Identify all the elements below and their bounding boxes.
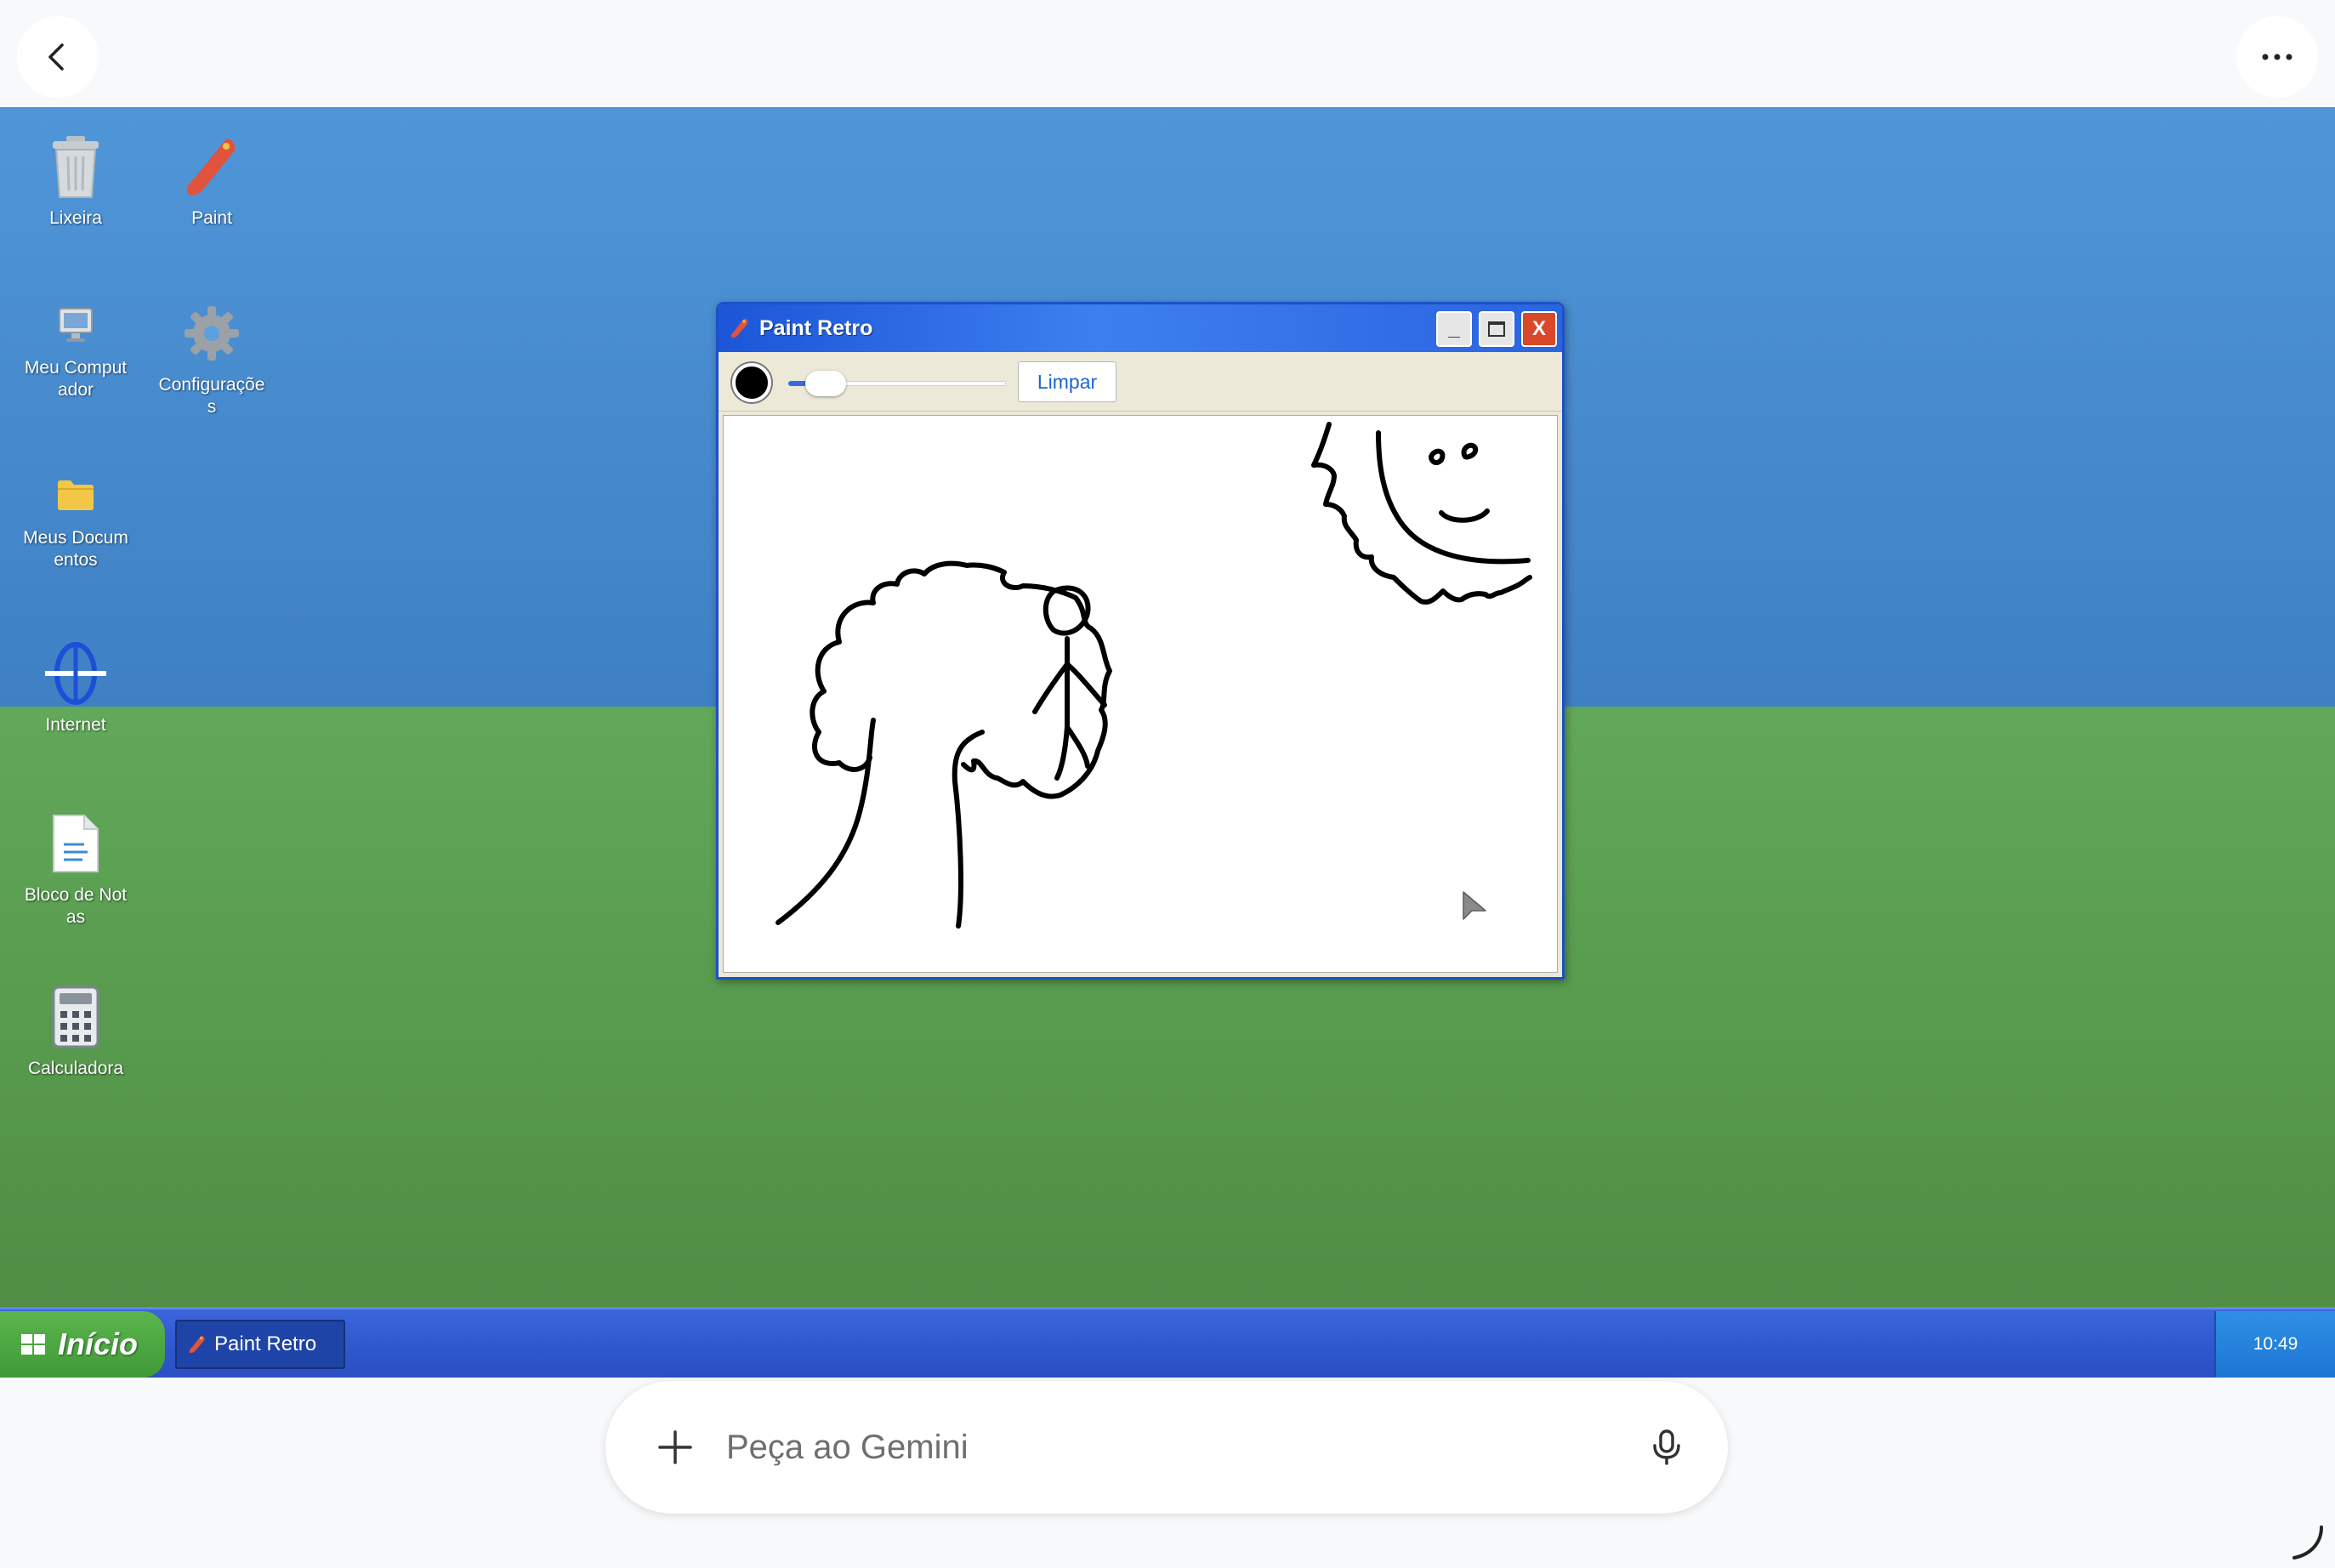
tree-trunk-left <box>775 718 876 925</box>
desktop-icon-meu-computador[interactable]: Meu Computador <box>12 299 139 401</box>
globe-icon <box>42 639 110 707</box>
desktop-icon-label: Internet <box>45 715 106 735</box>
canvas-drawing <box>775 422 1532 929</box>
sun-left-eye <box>1429 448 1446 465</box>
window-title: Paint Retro <box>759 315 873 340</box>
taskbar: Início Paint Retro 10:49 <box>0 1307 2335 1378</box>
desktop-icon-paint[interactable]: Paint <box>148 133 276 230</box>
screen: Lixeira Paint Meu Computador Configuraçõ… <box>0 0 2335 1568</box>
desktop-icon-label: Calculadora <box>27 1059 124 1078</box>
start-button[interactable]: Início <box>0 1311 165 1378</box>
cursor-icon <box>1463 891 1486 920</box>
desktop-icon-label: Paint <box>191 208 232 228</box>
paint-toolbar: Limpar <box>719 352 1562 412</box>
clear-button[interactable]: Limpar <box>1018 361 1116 402</box>
close-button[interactable]: X <box>1521 311 1557 347</box>
minimize-button[interactable]: _ <box>1436 311 1472 347</box>
loading-spinner-icon <box>2292 1525 2323 1559</box>
sun-edge <box>1376 430 1531 565</box>
computer-icon <box>42 299 110 350</box>
gemini-prompt-bar <box>605 1381 1728 1514</box>
desktop-icon-calculadora[interactable]: Calculadora <box>12 983 139 1080</box>
windows-logo-icon <box>20 1333 46 1355</box>
top-bar <box>0 0 2335 107</box>
microphone-icon <box>1653 1429 1680 1465</box>
folder-icon <box>42 469 110 520</box>
trash-icon <box>42 133 110 201</box>
more-options-button[interactable] <box>2236 16 2318 98</box>
paint-window: Paint Retro _ X Limpar <box>716 302 1565 980</box>
maximize-icon <box>1488 321 1505 337</box>
desktop-icon-label: Meus Documentos <box>23 528 128 570</box>
sun-smile <box>1439 508 1490 523</box>
gemini-input[interactable] <box>726 1415 1577 1480</box>
drawing-canvas[interactable] <box>723 415 1558 973</box>
add-attachment-button[interactable] <box>651 1423 699 1471</box>
more-horizontal-icon <box>2262 54 2292 60</box>
desktop-icon-bloco-de-notas[interactable]: Bloco de Notas <box>12 810 139 929</box>
paint-brush-icon <box>189 1334 206 1355</box>
desktop-icon-internet[interactable]: Internet <box>12 639 139 736</box>
document-icon <box>42 810 110 878</box>
calculator-icon <box>42 983 110 1051</box>
plus-icon <box>658 1430 692 1464</box>
gear-icon <box>178 299 246 367</box>
paint-brush-icon <box>178 133 246 201</box>
desktop-icon-label: Bloco de Notas <box>24 885 128 927</box>
back-button[interactable] <box>17 16 99 98</box>
brush-size-slider-thumb[interactable] <box>805 371 846 396</box>
start-label: Início <box>58 1327 139 1361</box>
system-clock: 10:49 <box>2214 1311 2335 1378</box>
desktop-icon-meus-documentos[interactable]: Meus Documentos <box>12 469 139 571</box>
desktop-icon-lixeira[interactable]: Lixeira <box>12 133 139 230</box>
desktop-icon-configuracoes[interactable]: Configurações <box>148 299 276 418</box>
person-left-leg <box>1054 724 1070 781</box>
paint-brush-icon <box>730 317 749 339</box>
color-picker[interactable] <box>732 363 771 402</box>
maximize-button[interactable] <box>1479 311 1514 347</box>
desktop-icon-label: Meu Computador <box>24 358 128 400</box>
taskbar-item-paint-retro[interactable]: Paint Retro <box>175 1320 345 1369</box>
desktop-icon-label: Configurações <box>158 375 265 417</box>
person-right-leg <box>1065 724 1090 769</box>
taskbar-item-label: Paint Retro <box>214 1332 317 1355</box>
window-title-bar[interactable]: Paint Retro _ X <box>719 304 1562 352</box>
sun-right-eye <box>1461 442 1479 460</box>
desktop-icon-label: Lixeira <box>49 208 102 228</box>
microphone-button[interactable] <box>1641 1422 1692 1473</box>
chevron-left-icon <box>48 43 64 71</box>
sun-rays <box>1311 422 1532 605</box>
